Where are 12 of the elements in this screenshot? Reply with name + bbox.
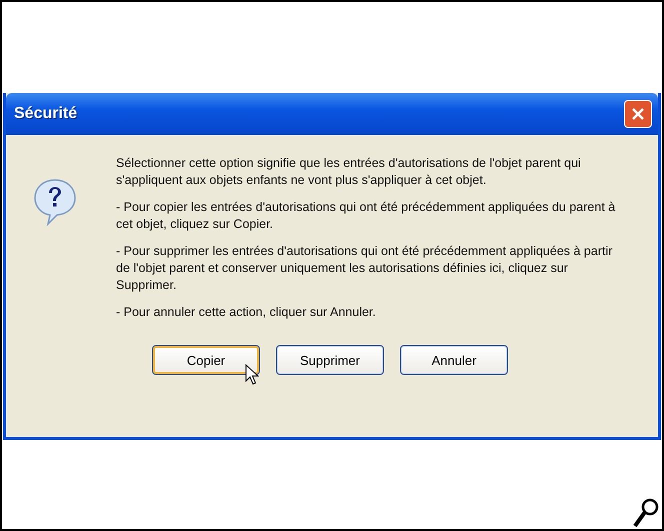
question-icon (32, 177, 78, 227)
message-text: - Pour annuler cette action, cliquer sur Annuler. (116, 304, 377, 321)
window-title: Sécurité (14, 105, 78, 123)
cursor-icon (245, 364, 259, 386)
dialog-button[interactable]: Supprimer (276, 345, 384, 375)
message-text: - Pour copier les entrées d'autorisations qui ont été précédemment appliquées du parent à cet objet, cliquez sur Copier. (116, 199, 616, 233)
close-button[interactable] (624, 100, 652, 128)
dialog-button[interactable]: Annuler (400, 345, 508, 375)
close-icon (631, 107, 645, 121)
magnifier-icon[interactable] (632, 497, 660, 529)
message-text: Sélectionner cette option signifie que les entrées d'autorisations de l'objet parent qui s'appliquent aux objets enfants ne vont plus s'appliquer à cet objet. (116, 155, 582, 189)
message-text: - Pour supprimer les entrées d'autorisations qui ont été précédemment appliquées à partir de l'objet parent et conserver uniquement les autorisations définies ici, cliquez sur Supprimer. (116, 243, 614, 294)
